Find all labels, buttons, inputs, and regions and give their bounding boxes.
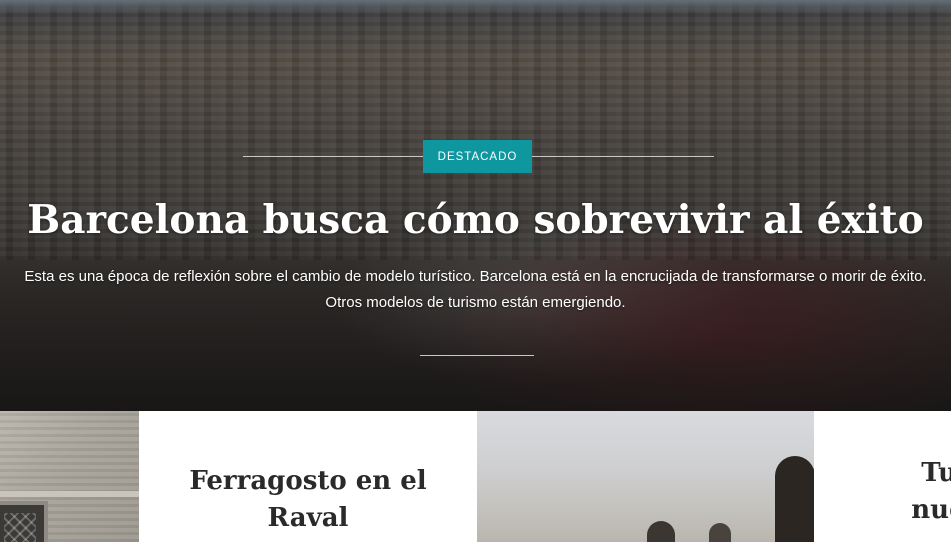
article-thumbnail-stone-wall[interactable] [0, 411, 139, 542]
thumbnail-figure [709, 523, 731, 542]
featured-badge[interactable]: DESTACADO [423, 140, 532, 173]
thumbnail-figure [647, 521, 675, 542]
hero-title[interactable]: Barcelona busca cómo sobrevivir al éxito [0, 194, 951, 246]
article-card-ferragosto[interactable]: Ferragosto en el Raval [139, 411, 477, 542]
article-title[interactable]: Tur nuev [816, 455, 951, 529]
article-title-line-2: nuev [911, 495, 951, 525]
badge-rule-right [532, 156, 714, 157]
article-title[interactable]: Ferragosto en el Raval [139, 463, 477, 537]
article-title-line-1: Ferragosto en el [189, 466, 427, 496]
badge-rule-left [243, 156, 423, 157]
thumbnail-ledge [0, 491, 139, 497]
hero-excerpt-line-2: Otros modelos de turismo están emergiend… [325, 294, 626, 311]
thumbnail-figure [775, 456, 814, 542]
hero-excerpt-line-1: Esta es una época de reflexión sobre el … [24, 268, 927, 285]
hero-divider [420, 355, 534, 356]
article-title-line-1: Tur [921, 458, 951, 488]
article-card-turismo[interactable]: Tur nuev [814, 411, 951, 542]
hero-excerpt: Esta es una época de reflexión sobre el … [0, 264, 951, 316]
thumbnail-window [0, 501, 48, 542]
article-thumbnail-people-sky[interactable] [477, 411, 814, 542]
article-title-line-2: Raval [267, 503, 349, 533]
featured-hero[interactable]: DESTACADO Barcelona busca cómo sobrevivi… [0, 0, 951, 411]
